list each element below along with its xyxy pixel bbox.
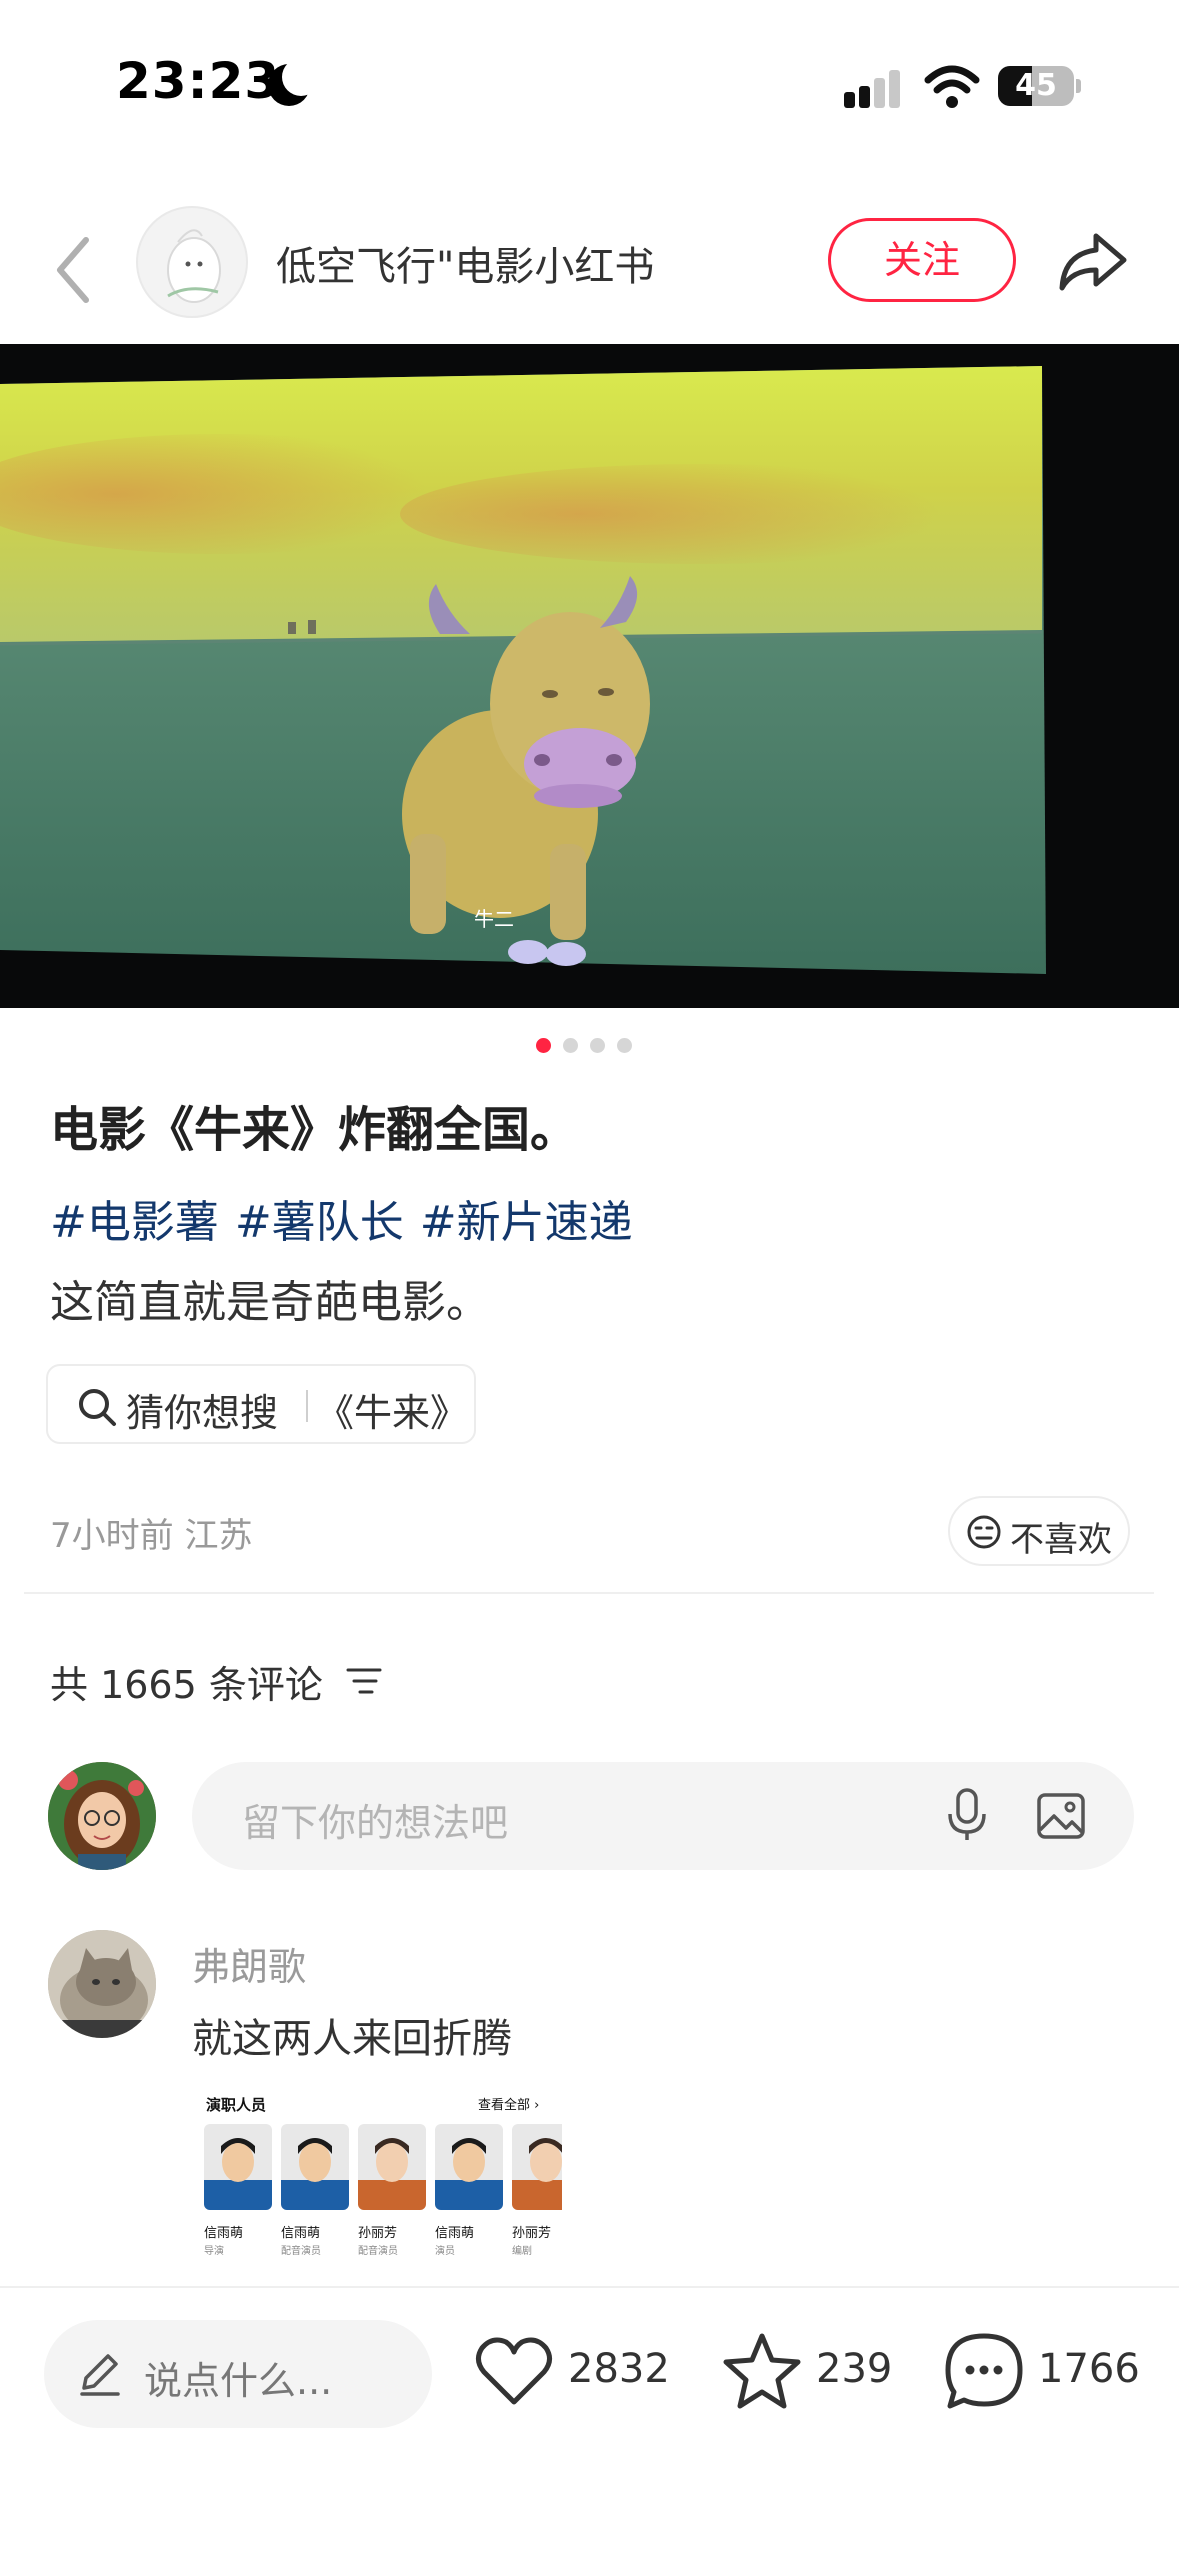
comment-image[interactable]: 演职人员 查看全部 › 信雨萌导演 信雨萌配音演员 孙丽芳配音演员 信雨萌演员 孙丽芳编… bbox=[192, 2080, 562, 2286]
pen-icon bbox=[80, 2354, 120, 2396]
cast-name: 信雨萌 bbox=[281, 2226, 321, 2241]
cast-name: 信雨萌 bbox=[435, 2226, 475, 2241]
post-body: 这简直就是奇葩电影。 bbox=[50, 1277, 490, 1328]
say-something-input[interactable]: 说点什么... bbox=[44, 2320, 432, 2428]
cast-role: 导演 bbox=[204, 2246, 224, 2257]
comment-text: 就这两人来回折腾 bbox=[192, 2016, 512, 2062]
cast-photo bbox=[512, 2124, 562, 2210]
cast-name: 孙丽芳 bbox=[512, 2226, 552, 2241]
comment-input[interactable]: 留下你的想法吧 bbox=[192, 1762, 1134, 1870]
collect-button[interactable]: 239 bbox=[722, 2332, 902, 2412]
author-name[interactable]: 低空飞行"电影小红书 bbox=[276, 234, 654, 292]
hashtag-link[interactable]: #新片速递 bbox=[420, 1197, 633, 1248]
video-subtitle: 牛二 bbox=[474, 907, 514, 931]
comment-username[interactable]: 弗朗歌 bbox=[192, 1936, 306, 1991]
cast-photo bbox=[204, 2124, 272, 2210]
comment-button[interactable]: 1766 bbox=[944, 2332, 1144, 2412]
cast-role: 配音演员 bbox=[358, 2246, 398, 2257]
image-icon[interactable] bbox=[1036, 1792, 1086, 1840]
battery-icon: 45 bbox=[998, 66, 1074, 106]
hashtag-link[interactable]: #电影薯 bbox=[50, 1197, 219, 1248]
post-image[interactable]: 牛二 bbox=[0, 344, 1179, 1008]
comment-input-placeholder: 留下你的想法吧 bbox=[242, 1801, 509, 1845]
battery-level: 45 bbox=[1015, 68, 1057, 103]
cast-view-all: 查看全部 › bbox=[478, 2098, 540, 2113]
my-avatar bbox=[48, 1762, 156, 1870]
signal-icon bbox=[844, 68, 904, 108]
hashtag-list: #电影薯 #薯队长 #新片速递 bbox=[50, 1186, 649, 1250]
cast-photo bbox=[435, 2124, 503, 2210]
moon-icon bbox=[268, 58, 320, 106]
post-header: 低空飞行"电影小红书 关注 bbox=[0, 200, 1179, 340]
follow-button[interactable]: 关注 bbox=[828, 218, 1016, 302]
sort-icon[interactable] bbox=[346, 1666, 382, 1696]
chat-bubble-icon bbox=[945, 2333, 1023, 2409]
author-avatar[interactable] bbox=[136, 206, 248, 318]
cast-role: 配音演员 bbox=[281, 2246, 321, 2257]
divider bbox=[24, 1592, 1154, 1594]
dislike-label: 不喜欢 bbox=[1010, 1520, 1112, 1560]
post-meta: 7小时前 江苏 bbox=[50, 1516, 253, 1556]
dislike-button[interactable]: 不喜欢 bbox=[948, 1496, 1130, 1566]
suggested-search-label: 猜你想搜 bbox=[126, 1391, 279, 1435]
carousel-dot bbox=[536, 1038, 551, 1053]
comments-count: 共 1665 条评论 bbox=[50, 1663, 323, 1707]
status-time: 23:23 bbox=[116, 52, 281, 110]
battery-cap bbox=[1076, 79, 1081, 93]
share-icon[interactable] bbox=[1056, 230, 1128, 294]
carousel-dot bbox=[617, 1038, 632, 1053]
comment-count: 1766 bbox=[1038, 2346, 1140, 2392]
cast-role: 演员 bbox=[435, 2246, 455, 2257]
cat-avatar-illustration bbox=[48, 1930, 156, 2038]
cast-title: 演职人员 bbox=[206, 2096, 267, 2114]
collect-count: 239 bbox=[816, 2346, 893, 2392]
hashtag-link[interactable]: #薯队长 bbox=[235, 1197, 404, 1248]
comment-avatar[interactable] bbox=[48, 1930, 156, 2038]
carousel-dot bbox=[563, 1038, 578, 1053]
wifi-icon bbox=[924, 65, 980, 108]
back-icon[interactable] bbox=[50, 230, 100, 310]
suggested-search-chip[interactable]: 猜你想搜 《牛来》 bbox=[46, 1364, 476, 1444]
status-bar: 23:23 45 bbox=[0, 0, 1179, 160]
like-count: 2832 bbox=[568, 2346, 670, 2392]
cast-role: 编剧 bbox=[512, 2246, 532, 2257]
bottom-action-bar: 说点什么... 2832 239 1766 bbox=[0, 2286, 1179, 2556]
heart-icon bbox=[476, 2337, 552, 2405]
chip-separator bbox=[306, 1390, 308, 1422]
cast-photo bbox=[281, 2124, 349, 2210]
carousel-dot bbox=[590, 1038, 605, 1053]
cast-name: 孙丽芳 bbox=[358, 2226, 398, 2241]
suggested-search-query: 《牛来》 bbox=[316, 1391, 469, 1435]
neutral-face-icon bbox=[967, 1515, 1001, 1549]
cast-photo bbox=[358, 2124, 426, 2210]
microphone-icon[interactable] bbox=[944, 1786, 990, 1844]
star-icon bbox=[723, 2333, 801, 2409]
author-avatar-illustration bbox=[167, 229, 221, 303]
my-avatar-illustration bbox=[48, 1762, 156, 1870]
like-button[interactable]: 2832 bbox=[474, 2332, 674, 2412]
search-icon bbox=[79, 1389, 116, 1426]
cast-name: 信雨萌 bbox=[204, 2226, 244, 2241]
post-title: 电影《牛来》炸翻全国。 bbox=[50, 1102, 579, 1158]
cinema-screen-photo: 牛二 bbox=[0, 344, 1179, 1008]
say-something-placeholder: 说点什么... bbox=[144, 2359, 333, 2403]
